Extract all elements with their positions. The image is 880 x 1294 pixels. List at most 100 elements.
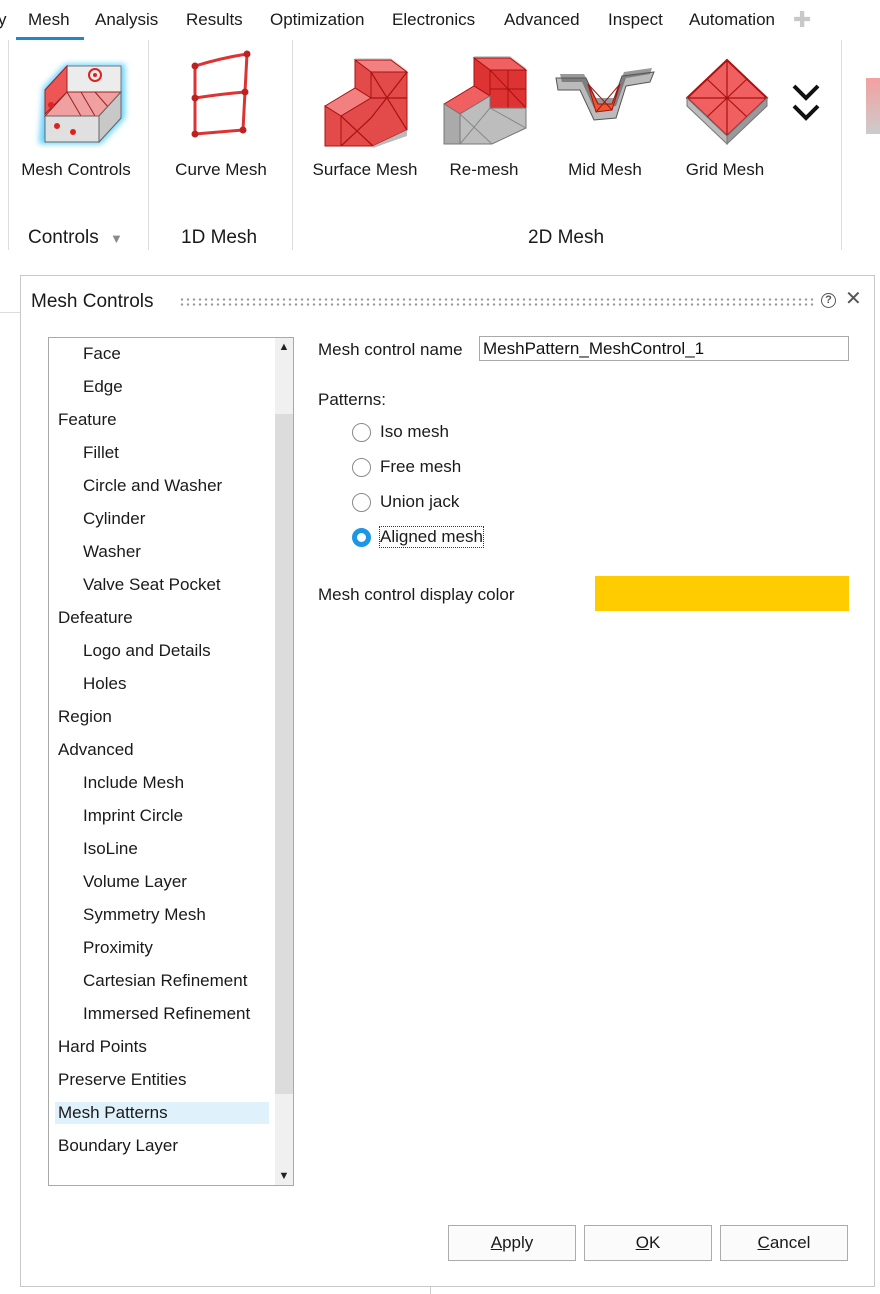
tree-item[interactable]: Hard Points	[58, 1036, 147, 1058]
group-controls-text: Controls	[28, 227, 99, 248]
radio-circle[interactable]	[352, 423, 371, 442]
cancel-mnemonic: C	[757, 1233, 770, 1252]
radio-label: Union jack	[380, 492, 460, 511]
remesh-icon	[434, 48, 534, 153]
ribbon-separator	[292, 40, 293, 250]
radio-label: Free mesh	[380, 457, 462, 476]
tree-item[interactable]: Valve Seat Pocket	[83, 574, 221, 596]
tree-item[interactable]: Region	[58, 706, 112, 728]
tab-inspect[interactable]: Inspect	[608, 10, 663, 30]
tab-partial[interactable]: y	[0, 10, 7, 30]
ribbon: Mesh Controls Controls ▼ Curve Mesh 1D M…	[0, 40, 880, 265]
mesh-controls-button[interactable]: Mesh Controls	[10, 40, 142, 190]
tab-advanced[interactable]: Advanced	[504, 10, 580, 30]
mesh-controls-label: Mesh Controls	[21, 160, 131, 179]
dialog-title: Mesh Controls	[31, 291, 154, 312]
partial-ribbon-icon	[866, 78, 880, 134]
ribbon-separator	[148, 40, 149, 250]
tree-item[interactable]: Holes	[83, 673, 126, 695]
tree-item[interactable]: Mesh Patterns	[55, 1102, 269, 1124]
cancel-button[interactable]: Cancel	[720, 1225, 848, 1261]
surface-mesh-button[interactable]: Surface Mesh	[302, 40, 428, 190]
grid-mesh-icon	[675, 48, 775, 153]
remesh-button[interactable]: Re-mesh	[424, 40, 544, 190]
tree-item[interactable]: Advanced	[58, 739, 134, 761]
group-1d-mesh-label: 1D Mesh	[181, 227, 258, 248]
tree-item[interactable]: Cylinder	[83, 508, 145, 530]
tree-item[interactable]: Circle and Washer	[83, 475, 222, 497]
tree-item[interactable]: Include Mesh	[83, 772, 184, 794]
mid-mesh-label: Mid Mesh	[568, 160, 642, 179]
tree-item[interactable]: Immersed Refinement	[83, 1003, 250, 1025]
surface-mesh-label: Surface Mesh	[312, 160, 418, 179]
radio-label: Aligned mesh	[378, 526, 485, 548]
display-color-swatch[interactable]	[595, 576, 849, 611]
tree-item[interactable]: Edge	[83, 376, 123, 398]
surface-mesh-icon	[315, 48, 415, 153]
radio-circle[interactable]	[352, 458, 371, 477]
tab-mesh[interactable]: Mesh	[16, 10, 84, 40]
add-tab-icon[interactable]: ✚	[793, 9, 811, 31]
tree-item[interactable]: Imprint Circle	[83, 805, 183, 827]
scroll-thumb[interactable]	[275, 414, 293, 1094]
ribbon-separator	[8, 40, 9, 250]
cancel-label: ancel	[769, 1233, 811, 1252]
background-divider	[430, 1287, 431, 1294]
apply-mnemonic: A	[490, 1233, 503, 1252]
display-color-label: Mesh control display color	[318, 585, 515, 604]
grid-mesh-button[interactable]: Grid Mesh	[665, 40, 785, 190]
radio-circle[interactable]	[352, 493, 371, 512]
ribbon-tab-bar: y Mesh Analysis Results Optimization Ele…	[0, 0, 880, 40]
patterns-label: Patterns:	[318, 390, 387, 409]
scroll-up-icon[interactable]: ▲	[275, 338, 293, 356]
remesh-label: Re-mesh	[449, 160, 519, 179]
tab-automation[interactable]: Automation	[689, 10, 775, 30]
tree-item[interactable]: Face	[83, 343, 121, 365]
group-controls-label[interactable]: Controls ▼	[28, 227, 123, 249]
expand-more-icon[interactable]	[788, 82, 824, 129]
tree-item[interactable]: Fillet	[83, 442, 119, 464]
mesh-control-name-input[interactable]	[479, 336, 849, 361]
tab-analysis[interactable]: Analysis	[95, 10, 158, 30]
ok-label: K	[648, 1233, 661, 1252]
curve-mesh-label: Curve Mesh	[175, 160, 267, 179]
tree-item[interactable]: Preserve Entities	[58, 1069, 187, 1091]
dialog-drag-handle[interactable]	[179, 297, 814, 307]
grid-mesh-label: Grid Mesh	[685, 160, 765, 179]
tree-item[interactable]: Volume Layer	[83, 871, 187, 893]
tree-item[interactable]: Defeature	[58, 607, 133, 629]
mesh-controls-dialog: Mesh Controls ? ✕ Face Edge Feature Fillet C…	[20, 275, 875, 1287]
mesh-controls-icon	[21, 48, 131, 153]
ribbon-separator	[841, 40, 842, 250]
help-icon[interactable]: ?	[821, 293, 836, 308]
tree-item[interactable]: Symmetry Mesh	[83, 904, 206, 926]
tree-item[interactable]: Cartesian Refinement	[83, 970, 247, 992]
apply-button[interactable]: Apply	[448, 1225, 576, 1261]
ok-button[interactable]: OK	[584, 1225, 712, 1261]
background-divider	[0, 312, 20, 313]
curve-mesh-button[interactable]: Curve Mesh	[158, 40, 284, 190]
tab-electronics[interactable]: Electronics	[392, 10, 475, 30]
tree-item[interactable]: Washer	[83, 541, 141, 563]
curve-mesh-icon	[181, 48, 261, 143]
tree-item[interactable]: Boundary Layer	[58, 1135, 178, 1157]
tab-results[interactable]: Results	[186, 10, 243, 30]
radio-label: Iso mesh	[380, 422, 449, 441]
tree-item[interactable]: IsoLine	[83, 838, 138, 860]
tree-item[interactable]: Proximity	[83, 937, 153, 959]
mesh-control-tree[interactable]: Face Edge Feature Fillet Circle and Washer Cy…	[48, 337, 294, 1186]
tree-item[interactable]: Feature	[58, 409, 117, 431]
close-icon[interactable]: ✕	[845, 289, 862, 309]
scroll-down-icon[interactable]: ▼	[275, 1167, 293, 1185]
mesh-control-name-label: Mesh control name	[318, 340, 463, 359]
mid-mesh-icon	[550, 48, 660, 153]
tree-item[interactable]: Logo and Details	[83, 640, 211, 662]
radio-circle[interactable]	[352, 528, 371, 547]
mid-mesh-button[interactable]: Mid Mesh	[545, 40, 665, 190]
dropdown-arrow-icon[interactable]: ▼	[110, 231, 123, 246]
ok-mnemonic: O	[635, 1233, 649, 1252]
tab-optimization[interactable]: Optimization	[270, 10, 364, 30]
apply-label: pply	[502, 1233, 534, 1252]
tree-scrollbar[interactable]: ▲ ▼	[275, 338, 293, 1185]
group-2d-mesh-label: 2D Mesh	[528, 227, 605, 248]
